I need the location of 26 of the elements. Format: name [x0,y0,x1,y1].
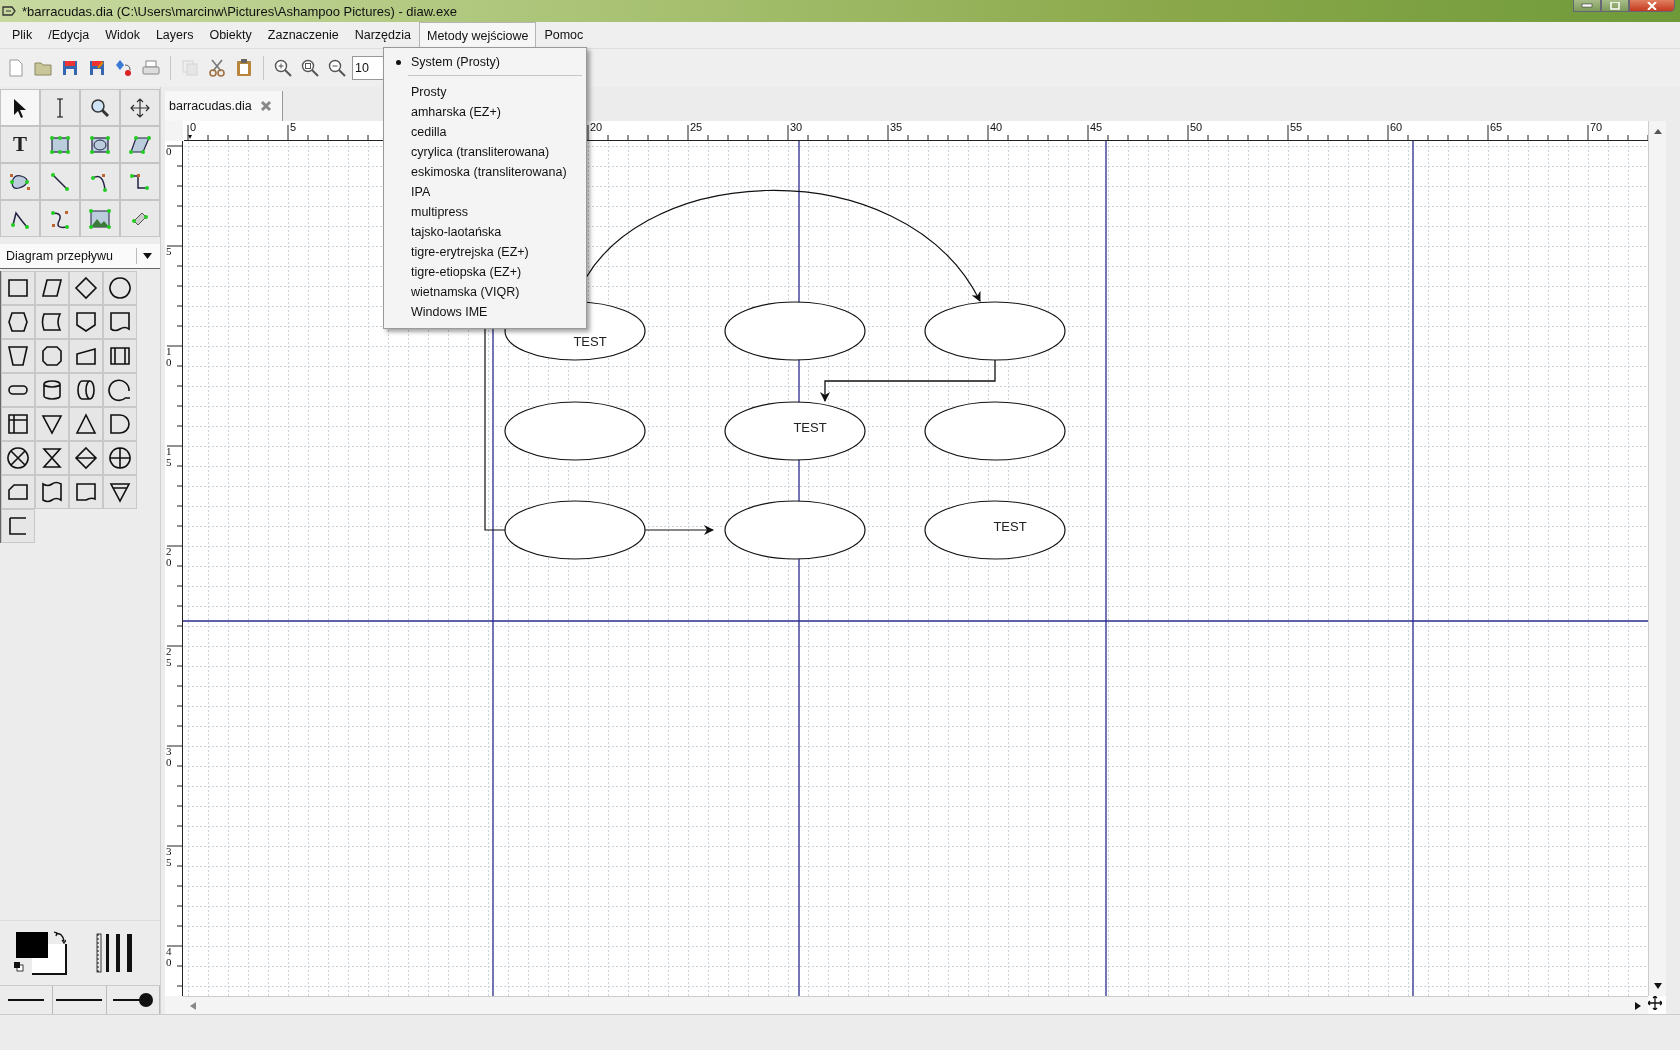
node-label: TEST [993,519,1027,534]
ruler-label: 35 [890,121,903,133]
ruler-label: 40 [990,121,1003,133]
ruler-label: 35 [166,846,172,868]
ruler-label: 15 [166,446,172,468]
ruler-label: 25 [690,121,703,133]
window-title: *barracudas.dia (C:\Users\marcinw\Pictures\Ashampoo Pictures) - diaw.exe [22,3,457,19]
node-label: TEST [793,420,827,435]
ruler-label: 30 [166,746,172,768]
ruler-label: 45 [1090,121,1103,133]
ruler-label: 60 [1390,121,1403,133]
ruler-label: 65 [1490,121,1503,133]
ruler-label: 5 [290,121,297,133]
node-label: TEST [573,334,607,349]
ruler-label: 20 [590,121,603,133]
ruler-label: 55 [1290,121,1303,133]
ruler-label: 20 [166,546,172,568]
ruler-label: 50 [1190,121,1203,133]
ruler-label: 40 [166,946,172,968]
ruler-label: 30 [790,121,803,133]
ruler-label: 25 [166,646,172,668]
ruler-label: 70 [1590,121,1603,133]
ruler-label: 0 [190,121,197,133]
ruler-label: 0 [166,146,172,157]
ruler-label: 10 [166,346,172,368]
ruler-label: 5 [166,246,172,257]
